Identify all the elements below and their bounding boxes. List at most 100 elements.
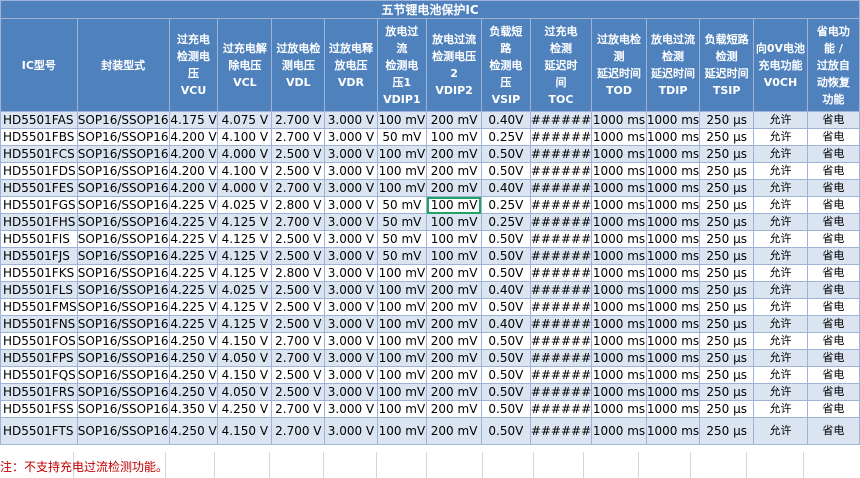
table-cell[interactable]: 0.50V (480, 332, 531, 350)
table-cell[interactable]: 4.350 V (168, 400, 219, 418)
table-cell[interactable]: 1000 ms (645, 400, 701, 418)
table-cell[interactable]: 0.50V (480, 417, 531, 445)
table-cell[interactable]: 3.000 V (324, 298, 378, 316)
table-cell[interactable]: 100 mV (376, 179, 428, 197)
sheet-title[interactable]: 五节锂电池保护IC (0, 0, 860, 19)
column-header[interactable]: 放电过流 检测电压 2 VDIP2 (426, 18, 482, 112)
column-header[interactable]: 过放电检测延迟时间 TOD (591, 18, 647, 112)
table-cell[interactable]: HD5501FPS (0, 349, 78, 367)
column-header[interactable]: 放电过流 检测 延迟时间 TDIP (645, 18, 701, 112)
table-cell[interactable]: 省电 (806, 196, 860, 214)
table-cell[interactable]: 1000 ms (645, 179, 701, 197)
table-cell[interactable]: 2.500 V (271, 145, 326, 163)
table-cell[interactable]: 4.150 V (217, 332, 273, 350)
table-cell[interactable]: 省电 (806, 417, 860, 445)
table-cell[interactable]: 100 mV (376, 332, 428, 350)
table-cell[interactable]: 250 μs (699, 298, 755, 316)
table-cell[interactable]: 4.225 V (168, 213, 219, 231)
table-cell[interactable]: 4.125 V (217, 213, 273, 231)
column-header[interactable]: 负载短路检测电压 VSIP (480, 18, 531, 112)
table-cell[interactable]: 0.25V (480, 196, 531, 214)
table-cell[interactable]: 4.200 V (168, 145, 219, 163)
table-cell[interactable]: 1000 ms (591, 111, 647, 129)
table-cell[interactable]: 2.500 V (271, 366, 326, 384)
table-cell[interactable]: 200 mV (426, 400, 482, 418)
table-cell[interactable]: HD5501FGS (0, 196, 78, 214)
table-cell[interactable]: 200 mV (426, 162, 482, 180)
table-cell[interactable]: 0.50V (480, 162, 531, 180)
table-cell[interactable]: 4.225 V (168, 196, 219, 214)
table-cell[interactable]: ###### (529, 264, 593, 282)
table-cell[interactable]: ###### (529, 400, 593, 418)
table-cell[interactable]: 100 mV (376, 349, 428, 367)
table-cell[interactable]: ###### (529, 111, 593, 129)
table-cell[interactable]: SOP16/SSOP16 (76, 230, 170, 248)
table-cell[interactable]: 2.500 V (271, 162, 326, 180)
table-cell[interactable]: 1000 ms (645, 145, 701, 163)
table-cell[interactable]: 4.200 V (168, 162, 219, 180)
table-cell[interactable]: 100 mV (426, 128, 482, 146)
table-cell[interactable]: ###### (529, 349, 593, 367)
table-cell[interactable]: 250 μs (699, 417, 755, 445)
table-cell[interactable]: 100 mV (376, 145, 428, 163)
table-cell[interactable]: 0.50V (480, 400, 531, 418)
table-cell[interactable]: SOP16/SSOP16 (76, 417, 170, 445)
table-cell[interactable]: 250 μs (699, 315, 755, 333)
table-cell[interactable]: 允许 (753, 400, 808, 418)
table-cell[interactable]: 2.800 V (271, 196, 326, 214)
table-cell[interactable]: ###### (529, 162, 593, 180)
table-cell[interactable]: 100 mV (376, 162, 428, 180)
table-cell[interactable]: HD5501FJS (0, 247, 78, 265)
column-header[interactable]: 过放电释 放电压 VDR (324, 18, 378, 112)
table-cell[interactable]: 100 mV (376, 315, 428, 333)
table-cell[interactable]: HD5501FRS (0, 383, 78, 401)
table-cell[interactable]: HD5501FIS (0, 230, 78, 248)
table-cell[interactable]: 2.700 V (271, 400, 326, 418)
table-cell[interactable]: 省电 (806, 230, 860, 248)
table-cell[interactable]: 1000 ms (645, 332, 701, 350)
table-cell[interactable]: 100 mV (426, 230, 482, 248)
table-cell[interactable]: 0.50V (480, 349, 531, 367)
table-cell[interactable]: 省电 (806, 298, 860, 316)
table-cell[interactable]: 允许 (753, 349, 808, 367)
table-cell[interactable]: 3.000 V (324, 332, 378, 350)
table-cell[interactable]: 3.000 V (324, 400, 378, 418)
table-cell[interactable]: HD5501FHS (0, 213, 78, 231)
table-cell[interactable]: 3.000 V (324, 366, 378, 384)
table-cell[interactable]: 3.000 V (324, 179, 378, 197)
table-cell[interactable]: 1000 ms (645, 213, 701, 231)
table-cell[interactable]: SOP16/SSOP16 (76, 247, 170, 265)
table-cell[interactable]: 4.125 V (217, 315, 273, 333)
table-cell[interactable]: 允许 (753, 213, 808, 231)
table-cell[interactable]: 1000 ms (591, 298, 647, 316)
table-cell[interactable]: 1000 ms (591, 417, 647, 445)
table-cell[interactable]: 允许 (753, 179, 808, 197)
table-cell[interactable]: 省电 (806, 213, 860, 231)
table-cell[interactable]: 3.000 V (324, 196, 378, 214)
table-cell[interactable]: 1000 ms (591, 179, 647, 197)
table-cell[interactable]: 100 mV (376, 264, 428, 282)
table-cell[interactable]: 250 μs (699, 162, 755, 180)
table-cell[interactable]: 100 mV (426, 213, 482, 231)
table-cell[interactable]: 1000 ms (645, 196, 701, 214)
table-cell[interactable]: 允许 (753, 417, 808, 445)
table-cell[interactable]: 1000 ms (591, 383, 647, 401)
table-cell[interactable]: 1000 ms (591, 332, 647, 350)
table-cell[interactable]: 1000 ms (591, 349, 647, 367)
table-cell[interactable]: 50 mV (376, 128, 428, 146)
table-cell[interactable]: 4.250 V (168, 417, 219, 445)
table-cell[interactable]: 4.150 V (217, 366, 273, 384)
table-cell[interactable]: 省电 (806, 349, 860, 367)
table-cell[interactable]: 100 mV (376, 400, 428, 418)
table-cell[interactable]: 1000 ms (645, 111, 701, 129)
table-cell[interactable]: 4.025 V (217, 196, 273, 214)
table-cell[interactable]: 4.000 V (217, 179, 273, 197)
table-cell[interactable]: 4.125 V (217, 298, 273, 316)
table-cell[interactable]: ###### (529, 281, 593, 299)
table-cell[interactable]: 200 mV (426, 332, 482, 350)
table-cell[interactable]: 省电 (806, 162, 860, 180)
table-cell[interactable]: 4.125 V (217, 230, 273, 248)
table-cell[interactable]: 0.50V (480, 230, 531, 248)
table-cell[interactable]: 1000 ms (591, 128, 647, 146)
column-header[interactable]: 封装型式 (76, 18, 170, 112)
